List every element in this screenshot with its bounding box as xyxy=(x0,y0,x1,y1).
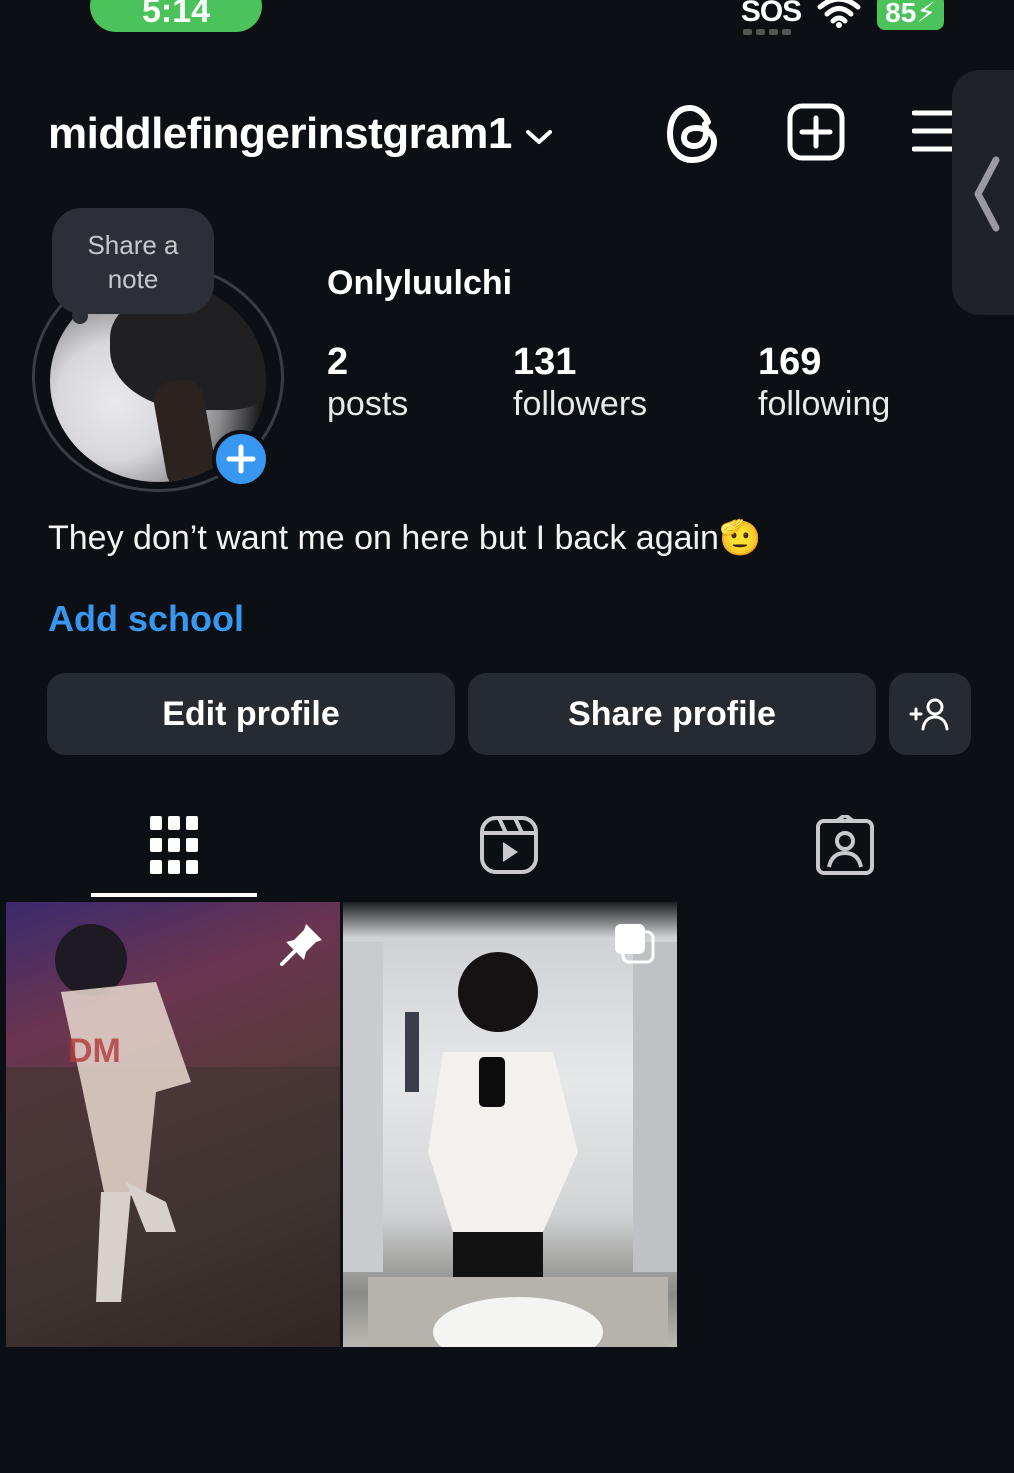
tab-tagged[interactable] xyxy=(810,810,880,880)
wifi-icon xyxy=(817,0,861,28)
status-indicators: SOS 85⚡ xyxy=(740,0,944,35)
battery-indicator: 85⚡ xyxy=(877,0,944,30)
plus-icon xyxy=(226,444,256,474)
tab-reels[interactable] xyxy=(474,810,544,880)
grid-icon xyxy=(150,816,198,874)
threads-icon[interactable] xyxy=(664,102,724,166)
discover-people-button[interactable] xyxy=(889,673,971,755)
followers-stat[interactable]: 131 followers xyxy=(513,340,647,424)
display-name: Onlyluulchi xyxy=(327,264,513,302)
note-bubble-tail xyxy=(72,308,88,324)
reels-icon xyxy=(480,816,538,874)
chevron-down-icon[interactable] xyxy=(524,127,554,147)
following-count: 169 xyxy=(758,341,822,383)
post-thumbnail[interactable] xyxy=(343,902,677,1347)
bio-text: They don’t want me on here but I back ag… xyxy=(48,519,762,557)
create-post-icon[interactable] xyxy=(786,102,846,162)
note-text-line2: note xyxy=(107,264,159,294)
battery-level: 85 xyxy=(885,0,917,28)
status-time: 5:14 xyxy=(90,0,262,32)
posts-count: 2 xyxy=(327,341,349,383)
edit-profile-button[interactable]: Edit profile xyxy=(47,673,455,755)
charging-bolt-icon: ⚡ xyxy=(916,0,936,28)
posts-label: posts xyxy=(327,385,409,423)
add-person-icon xyxy=(909,698,949,731)
add-story-button[interactable] xyxy=(212,430,270,488)
multiple-photos-icon xyxy=(615,924,655,964)
following-stat[interactable]: 169 following xyxy=(758,340,890,424)
selfie-photo-image xyxy=(343,942,677,1347)
chevron-left-icon xyxy=(974,156,1000,232)
tab-posts-grid[interactable] xyxy=(139,810,209,880)
tagged-icon xyxy=(816,815,874,875)
following-label: following xyxy=(758,385,891,423)
profile-header: middlefingerinstgram1 xyxy=(48,103,954,164)
svg-text:DM: DM xyxy=(68,1032,121,1070)
pin-icon xyxy=(280,924,322,966)
share-profile-button[interactable]: Share profile xyxy=(468,673,876,755)
side-panel-handle[interactable] xyxy=(952,70,1014,315)
signal-dots-icon xyxy=(742,29,793,35)
note-text-line1: Share a xyxy=(87,230,179,260)
post-thumbnail[interactable]: DM xyxy=(6,902,340,1347)
add-school-link[interactable]: Add school xyxy=(48,598,244,640)
share-note-bubble[interactable]: Share a note xyxy=(52,208,214,314)
menu-icon[interactable] xyxy=(912,108,952,154)
active-tab-indicator xyxy=(91,893,257,897)
username-switcher[interactable]: middlefingerinstgram1 xyxy=(48,109,512,159)
sos-label: SOS xyxy=(740,0,802,28)
followers-count: 131 xyxy=(513,341,577,383)
sos-indicator: SOS xyxy=(740,0,802,35)
followers-label: followers xyxy=(513,385,648,423)
posts-stat: 2 posts xyxy=(327,340,408,424)
person-photo-image: DM xyxy=(6,924,340,1347)
